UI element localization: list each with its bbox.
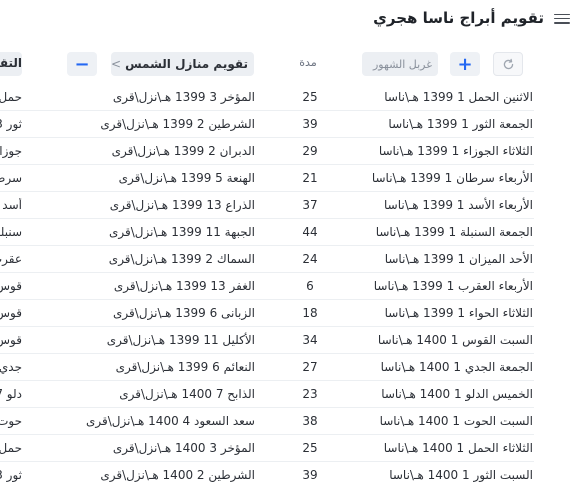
mansion-date-cell: السماك 2 1399 هـ\نزل\قرى [108,252,255,266]
mansion-date-cell: الهنعة 5 1399 هـ\نزل\قرى [118,171,255,185]
table-row[interactable]: الخميس الدلو 1 1400 هـ\ناسا 23 الذابح 7 14… [0,381,578,408]
nasa-date-cell: السبت الحوت 1 1400 هـ\ناسا [379,414,533,428]
mansion-date-cell: الغفر 13 1399 هـ\نزل\قرى [113,279,255,293]
duration-cell: 21 [302,171,318,185]
sign-cell-partial: حمل [0,441,22,455]
duration-cell: 25 [302,90,318,104]
mansions-select-label: تقويم منازل الشمس [125,57,248,71]
refresh-button[interactable] [493,52,523,76]
calendar-button-partial[interactable]: التقويم [0,52,22,76]
nasa-date-cell: السبت الثور 1 1400 هـ\ناسا [389,468,533,482]
duration-cell: 34 [302,333,318,347]
sign-cell-partial: ثور 3 [0,468,22,482]
table-row[interactable]: الجمعة السنبلة 1 1399 هـ\ناسا 44 الجبهة 11… [0,219,578,246]
refresh-icon [503,58,513,69]
sign-cell-partial: جدي [0,360,22,374]
mansion-date-cell: الذراع 13 1399 هـ\نزل\قرى [109,198,255,212]
sign-cell-partial: عقرب [0,252,22,266]
nasa-date-cell: الجمعة السنبلة 1 1399 هـ\ناسا [375,225,533,239]
sign-cell-partial: ثور 3 [0,117,22,131]
toolbar: + مدة ⌄ < تقويم منازل الشمس − التقويم [0,52,578,76]
sign-cell-partial: قوس [0,333,22,347]
sign-cell-partial: قوس [0,279,22,293]
mansions-calendar-select[interactable]: ⌄ < تقويم منازل الشمس [111,52,254,76]
nasa-date-cell: الأربعاء سرطان 1 1399 هـ\ناسا [371,171,533,185]
sign-cell-partial: جوزاء [0,144,22,158]
table-row[interactable]: الثلاثاء الحمل 1 1400 هـ\ناسا 25 المؤخر 3 … [0,435,578,462]
table-row[interactable]: السبت الحوت 1 1400 هـ\ناسا 38 سعد السعود 4… [0,408,578,435]
page-title: تقويم أبراج ناسا هجري [373,9,544,27]
table-row[interactable]: الأربعاء العقرب 1 1399 هـ\ناسا 6 الغفر 13 … [0,273,578,300]
sign-cell-partial: أسد 1 [0,198,22,212]
mansion-date-cell: الأكليل 11 1399 هـ\نزل\قرى [106,333,255,347]
duration-cell: 44 [302,225,318,239]
nasa-date-cell: الأربعاء الأسد 1 1399 هـ\ناسا [384,198,533,212]
mansion-date-cell: الشرطين 2 1400 هـ\نزل\قرى [100,468,255,482]
nasa-date-cell: الثلاثاء الحمل 1 1400 هـ\ناسا [383,441,533,455]
nasa-date-cell: الثلاثاء الحواء 1 1399 هـ\ناسا [384,306,533,320]
mansion-date-cell: الدبران 2 1399 هـ\نزل\قرى [111,144,255,158]
nasa-date-cell: الثلاثاء الجوزاء 1 1399 هـ\ناسا [378,144,533,158]
duration-cell: 39 [302,117,318,131]
table-row[interactable]: الأربعاء سرطان 1 1399 هـ\ناسا 21 الهنعة 5 … [0,165,578,192]
table-row[interactable]: الأحد الميزان 1 1399 هـ\ناسا 24 السماك 2 1… [0,246,578,273]
title-bar: تقويم أبراج ناسا هجري [0,0,578,40]
table-row[interactable]: الثلاثاء الجوزاء 1 1399 هـ\ناسا 29 الدبران… [0,138,578,165]
table-row[interactable]: الثلاثاء الحواء 1 1399 هـ\ناسا 18 الزبانى … [0,300,578,327]
table-row[interactable]: الاثنين الحمل 1 1399 هـ\ناسا 25 المؤخر 3 1… [0,84,578,111]
sign-cell-partial: دلو 7 [0,387,22,401]
mansion-date-cell: الزبانى 6 1399 هـ\نزل\قرى [113,306,255,320]
remove-button[interactable]: − [67,52,97,76]
mansion-date-cell: الجبهة 11 1399 هـ\نزل\قرى [109,225,255,239]
nasa-date-cell: السبت القوس 1 1400 هـ\ناسا [377,333,533,347]
sign-cell-partial: سنبلة [0,225,22,239]
duration-cell: 18 [302,306,318,320]
duration-cell: 39 [302,468,318,482]
duration-cell: 27 [302,360,318,374]
nasa-date-cell: الاثنين الحمل 1 1399 هـ\ناسا [384,90,533,104]
duration-cell: 24 [302,252,318,266]
mansion-date-cell: المؤخر 3 1400 هـ\نزل\قرى [112,441,255,455]
select-arrow-icon: < [111,57,122,71]
duration-cell: 38 [302,414,318,428]
duration-cell: 6 [306,279,314,293]
duration-cell: 23 [302,387,318,401]
nasa-date-cell: الأحد الميزان 1 1399 هـ\ناسا [384,252,533,266]
table-row[interactable]: الأربعاء الأسد 1 1399 هـ\ناسا 37 الذراع 13… [0,192,578,219]
sign-cell-partial: حوت [0,414,22,428]
mansion-date-cell: سعد السعود 4 1400 هـ\نزل\قرى [85,414,255,428]
nasa-date-cell: الجمعة الثور 1 1399 هـ\ناسا [388,117,533,131]
nasa-date-cell: الخميس الدلو 1 1400 هـ\ناسا [381,387,533,401]
mansion-date-cell: النعائم 6 1399 هـ\نزل\قرى [115,360,255,374]
sign-cell-partial: قوس [0,306,22,320]
nasa-date-cell: الجمعة الجدي 1 1400 هـ\ناسا [380,360,533,374]
calendar-table: الاثنين الحمل 1 1399 هـ\ناسا 25 المؤخر 3 1… [0,84,578,486]
duration-cell: 37 [302,198,318,212]
mansion-date-cell: الشرطين 2 1399 هـ\نزل\قرى [100,117,255,131]
filter-months-input[interactable] [362,52,438,76]
mansion-date-cell: الذابح 7 1400 هـ\نزل\قرى [119,387,255,401]
sign-cell-partial: حمل [0,90,22,104]
sign-cell-partial: سرطان [0,171,22,185]
duration-cell: 29 [302,144,318,158]
table-row[interactable]: السبت الثور 1 1400 هـ\ناسا 39 الشرطين 2 14… [0,462,578,486]
table-row[interactable]: السبت القوس 1 1400 هـ\ناسا 34 الأكليل 11 1… [0,327,578,354]
mansion-date-cell: المؤخر 3 1399 هـ\نزل\قرى [112,90,255,104]
duration-cell: 25 [302,441,318,455]
hamburger-menu-icon[interactable] [554,11,570,25]
table-row[interactable]: الجمعة الثور 1 1399 هـ\ناسا 39 الشرطين 2 1… [0,111,578,138]
nasa-date-cell: الأربعاء العقرب 1 1399 هـ\ناسا [373,279,533,293]
table-row[interactable]: الجمعة الجدي 1 1400 هـ\ناسا 27 النعائم 6 1… [0,354,578,381]
add-button[interactable]: + [450,52,480,76]
duration-column-header: مدة [299,56,317,69]
